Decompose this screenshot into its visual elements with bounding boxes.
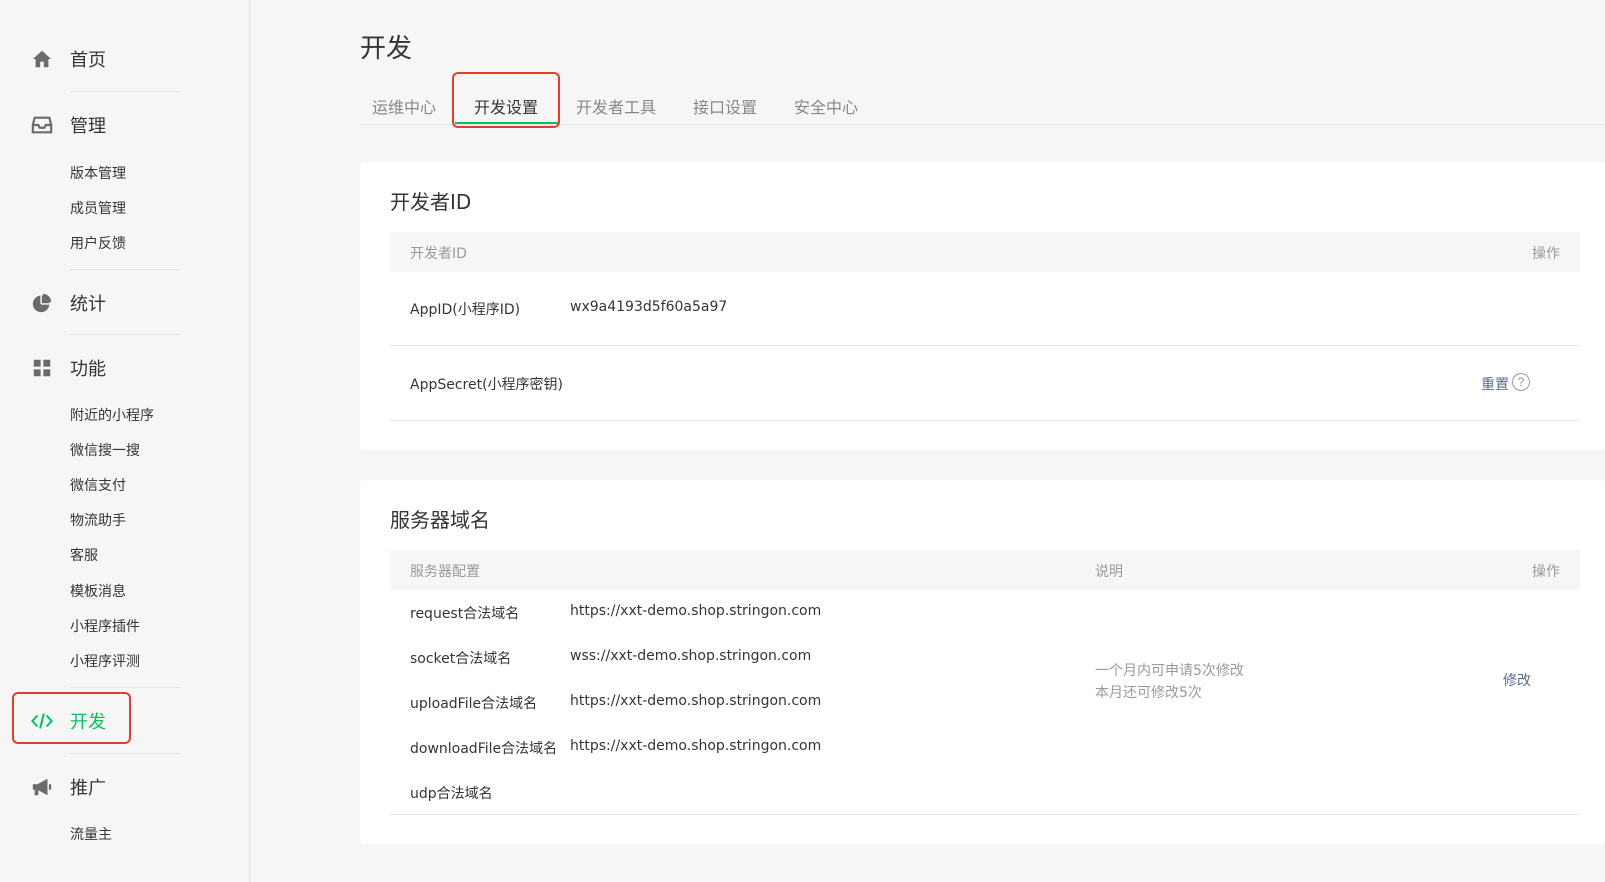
nav-develop-label: 开发 xyxy=(70,712,106,733)
request-domain-value: https://xxt-demo.shop.stringon.com xyxy=(570,603,822,619)
modify-link[interactable]: 修改 xyxy=(1503,670,1531,690)
th-description: 说明 xyxy=(1095,564,1123,580)
row-divider xyxy=(390,345,1580,346)
sidebar-item-template[interactable]: 模板消息 xyxy=(70,582,126,602)
tab-api-settings[interactable]: 接口设置 xyxy=(693,94,757,118)
th-developer-id: 开发者ID xyxy=(410,246,467,262)
sidebar-item-search[interactable]: 微信搜一搜 xyxy=(70,441,140,461)
tab-bar: 运维中心 开发设置 开发者工具 接口设置 安全中心 xyxy=(360,84,1605,125)
upload-domain-value: https://xxt-demo.shop.stringon.com xyxy=(570,693,822,709)
nav-divider xyxy=(70,269,180,270)
sidebar-item-members[interactable]: 成员管理 xyxy=(70,199,126,219)
nav-divider xyxy=(70,334,180,335)
developer-id-panel: 开发者ID 开发者ID 操作 AppID(小程序ID) wx9a4193d5f6… xyxy=(360,162,1605,450)
sidebar-item-service[interactable]: 客服 xyxy=(70,546,98,566)
sidebar-item-traffic[interactable]: 流量主 xyxy=(70,825,112,845)
nav-features[interactable]: 功能 xyxy=(30,353,106,383)
modify-limit-text: 一个月内可申请5次修改 xyxy=(1095,663,1244,679)
nav-stats[interactable]: 统计 xyxy=(30,288,106,318)
nav-develop[interactable]: 开发 xyxy=(30,706,106,736)
nav-divider xyxy=(70,91,180,92)
nav-manage-label: 管理 xyxy=(70,116,106,137)
sidebar-item-logistics[interactable]: 物流助手 xyxy=(70,511,126,531)
socket-domain-value: wss://xxt-demo.shop.stringon.com xyxy=(570,648,812,664)
main-content: 开发 运维中心 开发设置 开发者工具 接口设置 安全中心 开发者ID 开发者ID… xyxy=(250,0,1605,882)
developer-id-table-header: 开发者ID 操作 xyxy=(390,232,1580,272)
sidebar-item-pay[interactable]: 微信支付 xyxy=(70,476,126,496)
megaphone-icon xyxy=(30,775,54,799)
sidebar: 首页 管理 版本管理 成员管理 用户反馈 统计 功能 附近的小程序 微信搜一搜 … xyxy=(0,0,250,882)
developer-id-title: 开发者ID xyxy=(390,190,472,214)
sidebar-item-nearby[interactable]: 附近的小程序 xyxy=(70,406,154,426)
grid-icon xyxy=(30,356,54,380)
udp-domain-label: udp合法域名 xyxy=(410,786,493,802)
nav-promote-label: 推广 xyxy=(70,778,106,799)
sidebar-item-review[interactable]: 小程序评测 xyxy=(70,652,140,672)
sidebar-item-feedback[interactable]: 用户反馈 xyxy=(70,234,126,254)
appsecret-label: AppSecret(小程序密钥) xyxy=(410,377,564,393)
tab-dev-settings[interactable]: 开发设置 xyxy=(474,94,538,118)
download-domain-value: https://xxt-demo.shop.stringon.com xyxy=(570,738,822,754)
nav-stats-label: 统计 xyxy=(70,294,106,315)
th-server-config: 服务器配置 xyxy=(410,564,480,580)
th-action: 操作 xyxy=(1532,246,1560,262)
request-domain-label: request合法域名 xyxy=(410,606,520,622)
pie-chart-icon xyxy=(30,291,54,315)
tab-ops[interactable]: 运维中心 xyxy=(372,94,436,118)
row-divider xyxy=(390,814,1580,815)
download-domain-label: downloadFile合法域名 xyxy=(410,741,558,757)
server-domain-panel: 服务器域名 服务器配置 说明 操作 request合法域名 https://xx… xyxy=(360,480,1605,844)
reset-link[interactable]: 重置 xyxy=(1481,374,1509,394)
code-icon xyxy=(30,709,54,733)
row-divider xyxy=(390,420,1580,421)
nav-home[interactable]: 首页 xyxy=(30,44,106,74)
server-domain-table-header: 服务器配置 说明 操作 xyxy=(390,550,1580,590)
nav-divider xyxy=(70,687,180,688)
nav-features-label: 功能 xyxy=(70,359,106,380)
modify-remaining-text: 本月还可修改5次 xyxy=(1095,685,1202,701)
help-icon[interactable]: ? xyxy=(1512,373,1530,391)
sidebar-item-version[interactable]: 版本管理 xyxy=(70,164,126,184)
tab-dev-tools[interactable]: 开发者工具 xyxy=(576,94,656,118)
nav-manage[interactable]: 管理 xyxy=(30,110,106,140)
upload-domain-label: uploadFile合法域名 xyxy=(410,696,538,712)
nav-home-label: 首页 xyxy=(70,50,106,71)
tab-active-underline xyxy=(455,122,559,124)
appid-label: AppID(小程序ID) xyxy=(410,302,521,318)
appid-value: wx9a4193d5f60a5a97 xyxy=(570,299,728,315)
page-title: 开发 xyxy=(360,34,413,64)
th-action: 操作 xyxy=(1532,564,1560,580)
nav-promote[interactable]: 推广 xyxy=(30,772,106,802)
nav-divider xyxy=(70,753,180,754)
home-icon xyxy=(30,47,54,71)
sidebar-item-plugin[interactable]: 小程序插件 xyxy=(70,617,140,637)
inbox-icon xyxy=(30,113,54,137)
server-domain-title: 服务器域名 xyxy=(390,508,490,532)
tab-security[interactable]: 安全中心 xyxy=(794,94,858,118)
socket-domain-label: socket合法域名 xyxy=(410,651,512,667)
